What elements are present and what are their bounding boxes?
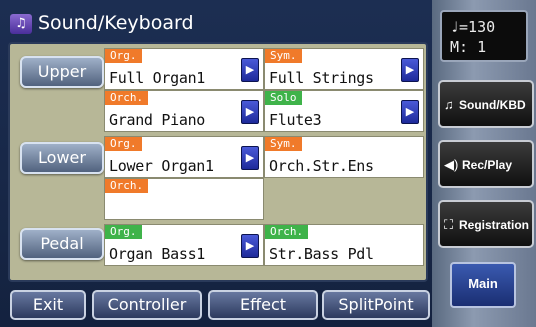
tempo-value: ♩=130	[450, 18, 496, 36]
controller-button[interactable]: Controller	[92, 290, 202, 320]
category-badge: Sym.	[265, 49, 302, 63]
lower-part-button[interactable]: Lower	[20, 142, 104, 174]
pedal1-tone-cell[interactable]: Org. Organ Bass1 ▶	[104, 224, 264, 266]
tone-select-arrow-icon[interactable]: ▶	[241, 100, 259, 124]
category-badge: Org.	[105, 49, 142, 63]
registration-label: Registration	[459, 218, 530, 232]
tone-select-arrow-icon[interactable]: ▶	[241, 234, 259, 258]
category-badge: Solo	[265, 91, 302, 105]
tempo-display: ♩=130 M: 1	[440, 10, 528, 62]
category-badge: Orch.	[265, 225, 309, 239]
main-button[interactable]: Main	[450, 262, 516, 308]
tone-name: Full Organ1	[109, 69, 206, 87]
tone-name: Str.Bass Pdl	[269, 245, 374, 263]
tone-name: Organ Bass1	[109, 245, 206, 263]
tone-name: Flute3	[269, 111, 322, 129]
tone-select-arrow-icon[interactable]: ▶	[241, 146, 259, 170]
splitpoint-button[interactable]: SplitPoint	[322, 290, 430, 320]
tone-name: Lower Organ1	[109, 157, 214, 175]
upper4-tone-cell[interactable]: Solo Flute3 ▶	[264, 90, 424, 132]
pedal-part-button[interactable]: Pedal	[20, 228, 104, 260]
tone-select-arrow-icon[interactable]: ▶	[241, 58, 259, 82]
registration-icon: ⛶	[444, 217, 454, 232]
category-badge: Orch.	[105, 179, 149, 193]
tone-grid: Upper Lower Pedal Org. Full Organ1 ▶ Sym…	[8, 42, 428, 282]
category-badge: Org.	[105, 225, 142, 239]
category-badge: Sym.	[265, 137, 302, 151]
main-panel: ♫ Sound/Keyboard Upper Lower Pedal Org. …	[0, 0, 432, 327]
tone-name: Grand Piano	[109, 111, 206, 129]
upper-part-button[interactable]: Upper	[20, 56, 104, 88]
category-badge: Orch.	[105, 91, 149, 105]
sound-kbd-label: Sound/KBD	[459, 98, 526, 112]
tone-select-arrow-icon[interactable]: ▶	[401, 58, 419, 82]
registration-button[interactable]: ⛶ Registration	[438, 200, 534, 248]
category-badge: Org.	[105, 137, 142, 151]
rec-play-button[interactable]: ◀) Rec/Play	[438, 140, 534, 188]
music-note-icon: ♫	[444, 97, 454, 112]
measure-value: M: 1	[450, 38, 487, 56]
side-panel: ♩=130 M: 1 ♫ Sound/KBD ◀) Rec/Play ⛶ Reg…	[432, 0, 536, 327]
upper1-tone-cell[interactable]: Org. Full Organ1 ▶	[104, 48, 264, 90]
exit-button[interactable]: Exit	[10, 290, 86, 320]
page-title: Sound/Keyboard	[38, 12, 194, 34]
lower1-tone-cell[interactable]: Org. Lower Organ1 ▶	[104, 136, 264, 178]
tone-name: Orch.Str.Ens	[269, 157, 374, 175]
sound-kbd-button[interactable]: ♫ Sound/KBD	[438, 80, 534, 128]
rec-play-label: Rec/Play	[462, 158, 513, 172]
tone-name: Full Strings	[269, 69, 374, 87]
upper3-tone-cell[interactable]: Orch. Grand Piano ▶	[104, 90, 264, 132]
music-note-icon: ♫	[10, 14, 32, 34]
effect-button[interactable]: Effect	[208, 290, 318, 320]
title-bar: ♫ Sound/Keyboard	[8, 6, 428, 42]
lower3-tone-cell[interactable]: Orch.	[104, 178, 264, 220]
lower2-tone-cell[interactable]: Sym. Orch.Str.Ens	[264, 136, 424, 178]
tone-select-arrow-icon[interactable]: ▶	[401, 100, 419, 124]
pedal2-tone-cell[interactable]: Orch. Str.Bass Pdl	[264, 224, 424, 266]
upper2-tone-cell[interactable]: Sym. Full Strings ▶	[264, 48, 424, 90]
speaker-icon: ◀)	[444, 157, 459, 172]
